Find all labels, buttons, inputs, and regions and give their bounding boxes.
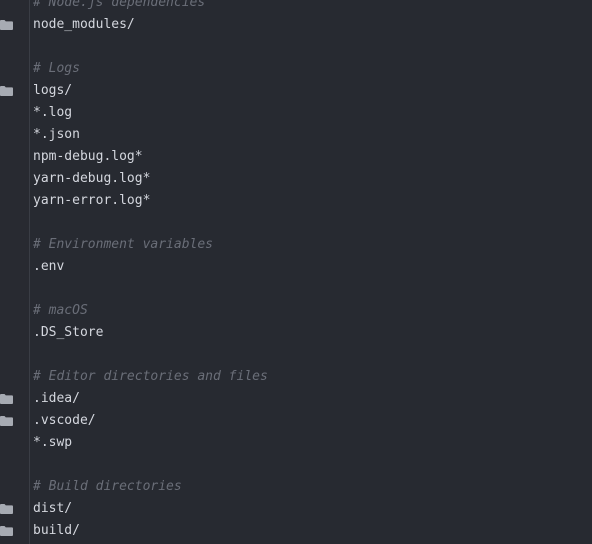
code-text: .idea/ (33, 391, 80, 406)
code-line[interactable]: # Logs (0, 58, 592, 80)
code-text: *.json (33, 127, 80, 142)
code-line[interactable]: .idea/ (0, 388, 592, 410)
code-text: yarn-error.log* (33, 193, 151, 208)
code-line[interactable]: build/ (0, 520, 592, 542)
code-text: .vscode/ (33, 413, 96, 428)
code-line[interactable] (0, 36, 592, 58)
code-text: logs/ (33, 83, 73, 98)
code-line[interactable]: node_modules/ (0, 14, 592, 36)
code-line[interactable]: logs/ (0, 80, 592, 102)
folder-icon (0, 504, 13, 514)
code-line[interactable]: .vscode/ (0, 410, 592, 432)
code-editor[interactable]: # Node.js dependencies node_modules/ # Log… (0, 0, 592, 544)
code-text: *.log (33, 105, 73, 120)
folder-icon (0, 416, 13, 426)
code-line[interactable] (0, 212, 592, 234)
code-line[interactable] (0, 454, 592, 476)
code-comment: # macOS (33, 303, 88, 318)
code-comment: # Build directories (33, 479, 182, 494)
code-line[interactable]: *.log (0, 102, 592, 124)
code-line[interactable]: # macOS (0, 300, 592, 322)
code-text: node_modules/ (33, 17, 135, 32)
folder-icon (0, 394, 13, 404)
code-line[interactable]: *.swp (0, 432, 592, 454)
code-line[interactable]: yarn-debug.log* (0, 168, 592, 190)
code-text: dist/ (33, 501, 73, 516)
code-comment: # Environment variables (33, 237, 214, 252)
code-line[interactable] (0, 278, 592, 300)
code-line[interactable]: # Editor directories and files (0, 366, 592, 388)
code-text: *.swp (33, 435, 73, 450)
code-text: .env (33, 259, 65, 274)
code-comment: # Logs (33, 61, 80, 76)
code-comment: # Node.js dependencies (33, 0, 206, 10)
code-lines: # Node.js dependencies node_modules/ # Log… (0, 0, 592, 542)
code-text: build/ (33, 523, 80, 538)
folder-icon (0, 20, 13, 30)
folder-icon (0, 86, 13, 96)
code-text: .DS_Store (33, 325, 104, 340)
code-line[interactable]: .env (0, 256, 592, 278)
code-line[interactable]: .DS_Store (0, 322, 592, 344)
code-comment: # Editor directories and files (33, 369, 268, 384)
code-line[interactable]: dist/ (0, 498, 592, 520)
code-text: yarn-debug.log* (33, 171, 151, 186)
folder-icon (0, 526, 13, 536)
code-line[interactable]: # Build directories (0, 476, 592, 498)
code-text: npm-debug.log* (33, 149, 143, 164)
code-line[interactable]: npm-debug.log* (0, 146, 592, 168)
code-line[interactable]: *.json (0, 124, 592, 146)
code-line[interactable]: # Environment variables (0, 234, 592, 256)
code-line[interactable]: # Node.js dependencies (0, 0, 592, 14)
code-line[interactable] (0, 344, 592, 366)
code-line[interactable]: yarn-error.log* (0, 190, 592, 212)
